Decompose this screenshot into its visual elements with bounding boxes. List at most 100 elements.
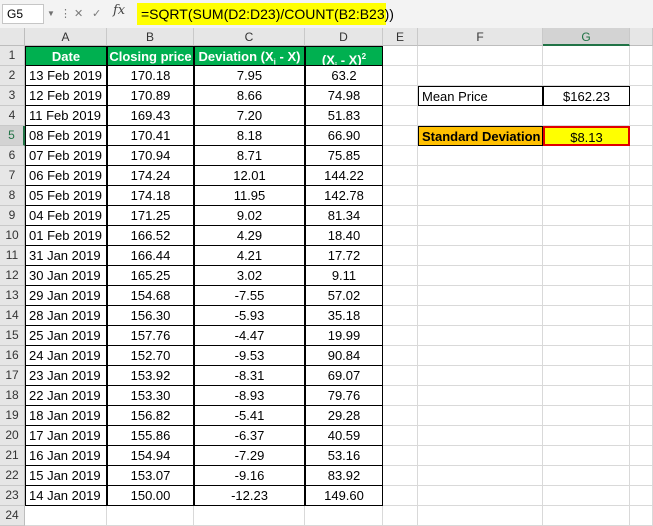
cell-blank[interactable] [630, 286, 653, 306]
column-header-d[interactable]: D [305, 28, 383, 46]
table-cell-squared-deviation[interactable]: 83.92 [305, 466, 383, 486]
table-cell-closing-price[interactable]: 169.43 [107, 106, 194, 126]
cell-blank[interactable] [383, 206, 418, 226]
cell-blank[interactable] [418, 186, 543, 206]
cell-blank[interactable] [543, 346, 630, 366]
mean-price-label[interactable]: Mean Price [418, 86, 543, 106]
cell-blank[interactable] [383, 386, 418, 406]
table-cell-squared-deviation[interactable]: 90.84 [305, 346, 383, 366]
table-cell-closing-price[interactable]: 156.30 [107, 306, 194, 326]
table-cell-date[interactable]: 16 Jan 2019 [25, 446, 107, 466]
table-cell-deviation[interactable]: 8.18 [194, 126, 305, 146]
mean-price-value[interactable]: $162.23 [543, 86, 630, 106]
cell-blank[interactable] [383, 66, 418, 86]
cell-blank[interactable] [383, 46, 418, 66]
table-cell-deviation[interactable]: -5.93 [194, 306, 305, 326]
table-cell-squared-deviation[interactable]: 17.72 [305, 246, 383, 266]
cell-blank[interactable] [543, 326, 630, 346]
table-cell-squared-deviation[interactable]: 79.76 [305, 386, 383, 406]
cell-blank[interactable] [383, 226, 418, 246]
column-header-f[interactable]: F [418, 28, 543, 46]
cell-blank[interactable] [630, 506, 653, 526]
cell-blank[interactable] [418, 386, 543, 406]
table-cell-deviation[interactable]: -8.31 [194, 366, 305, 386]
table-cell-date[interactable]: 14 Jan 2019 [25, 486, 107, 506]
cell-blank[interactable] [383, 446, 418, 466]
standard-deviation-value[interactable]: $8.13 [543, 126, 630, 146]
column-header-b[interactable]: B [107, 28, 194, 46]
cell-blank[interactable] [543, 166, 630, 186]
select-all-corner[interactable] [0, 28, 25, 46]
row-header-6[interactable]: 6 [0, 146, 25, 166]
table-cell-squared-deviation[interactable]: 19.99 [305, 326, 383, 346]
cell-blank[interactable] [630, 446, 653, 466]
table-cell-squared-deviation[interactable]: 18.40 [305, 226, 383, 246]
table-cell-squared-deviation[interactable]: 149.60 [305, 486, 383, 506]
table-cell-closing-price[interactable]: 156.82 [107, 406, 194, 426]
cell-blank[interactable] [418, 486, 543, 506]
row-header-14[interactable]: 14 [0, 306, 25, 326]
header-date[interactable]: Date [25, 46, 107, 66]
row-header-11[interactable]: 11 [0, 246, 25, 266]
cell-blank[interactable] [418, 266, 543, 286]
table-cell-closing-price[interactable]: 154.68 [107, 286, 194, 306]
table-cell-deviation[interactable]: 9.02 [194, 206, 305, 226]
cell-blank[interactable] [543, 106, 630, 126]
table-cell-date[interactable]: 22 Jan 2019 [25, 386, 107, 406]
table-cell-deviation[interactable]: -7.29 [194, 446, 305, 466]
table-cell-squared-deviation[interactable]: 51.83 [305, 106, 383, 126]
cell-blank[interactable] [418, 446, 543, 466]
table-cell-closing-price[interactable]: 150.00 [107, 486, 194, 506]
table-cell-deviation[interactable]: -7.55 [194, 286, 305, 306]
standard-deviation-label[interactable]: Standard Deviation [418, 126, 543, 146]
table-cell-date[interactable]: 15 Jan 2019 [25, 466, 107, 486]
row-header-1[interactable]: 1 [0, 46, 25, 66]
table-cell-date[interactable]: 05 Feb 2019 [25, 186, 107, 206]
cell-blank[interactable] [418, 406, 543, 426]
cell-blank[interactable] [543, 146, 630, 166]
table-cell-closing-price[interactable]: 166.52 [107, 226, 194, 246]
row-header-16[interactable]: 16 [0, 346, 25, 366]
formula-input[interactable]: =SQRT(SUM(D2:D23)/COUNT(B2:B23)) [137, 3, 394, 25]
table-cell-date[interactable]: 01 Feb 2019 [25, 226, 107, 246]
cell-blank[interactable] [543, 486, 630, 506]
table-cell-date[interactable]: 29 Jan 2019 [25, 286, 107, 306]
column-header-g[interactable]: G [543, 28, 630, 46]
cell-blank[interactable] [418, 466, 543, 486]
column-header-a[interactable]: A [25, 28, 107, 46]
cell-blank[interactable] [630, 186, 653, 206]
table-cell-deviation[interactable]: 11.95 [194, 186, 305, 206]
table-cell-date[interactable]: 11 Feb 2019 [25, 106, 107, 126]
cell-blank[interactable] [383, 126, 418, 146]
cell-blank[interactable] [630, 166, 653, 186]
table-cell-squared-deviation[interactable]: 66.90 [305, 126, 383, 146]
cell-blank[interactable] [630, 406, 653, 426]
cell-blank[interactable] [418, 226, 543, 246]
cell-blank[interactable] [383, 286, 418, 306]
table-cell-squared-deviation[interactable]: 9.11 [305, 266, 383, 286]
cell-blank[interactable] [418, 346, 543, 366]
cell-blank[interactable] [383, 426, 418, 446]
table-cell-date[interactable]: 28 Jan 2019 [25, 306, 107, 326]
cell-blank[interactable] [543, 366, 630, 386]
cell-blank[interactable] [630, 146, 653, 166]
table-cell-deviation[interactable]: -5.41 [194, 406, 305, 426]
table-cell-squared-deviation[interactable]: 69.07 [305, 366, 383, 386]
table-cell-date[interactable]: 31 Jan 2019 [25, 246, 107, 266]
cell-blank[interactable] [543, 266, 630, 286]
cell-blank[interactable] [418, 326, 543, 346]
row-header-19[interactable]: 19 [0, 406, 25, 426]
cell-blank[interactable] [543, 46, 630, 66]
cell-blank[interactable] [418, 286, 543, 306]
row-header-15[interactable]: 15 [0, 326, 25, 346]
cell-blank[interactable] [543, 406, 630, 426]
cell-blank[interactable] [383, 486, 418, 506]
cell-blank[interactable] [418, 106, 543, 126]
row-header-10[interactable]: 10 [0, 226, 25, 246]
cell-blank[interactable] [194, 506, 305, 526]
cell-blank[interactable] [383, 266, 418, 286]
cell-blank[interactable] [383, 506, 418, 526]
header-squared-deviation[interactable]: (Xi - X)2 [305, 46, 383, 66]
cell-blank[interactable] [418, 426, 543, 446]
row-header-8[interactable]: 8 [0, 186, 25, 206]
